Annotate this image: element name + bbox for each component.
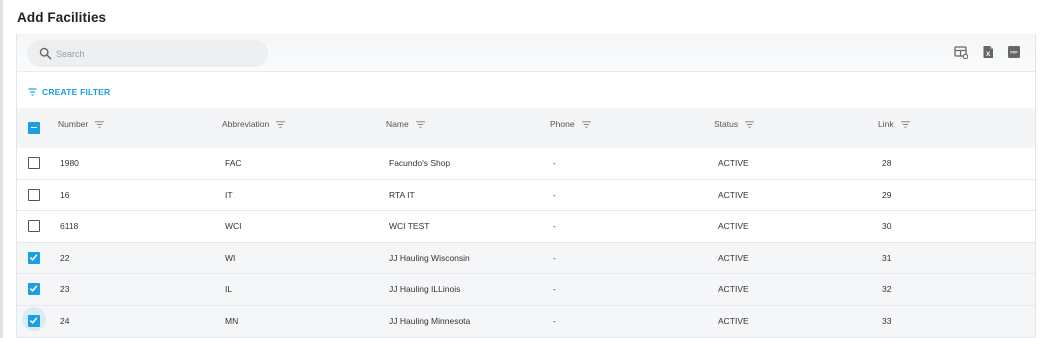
facilities-table-card: X PDF CREATE FILTER Number <box>16 34 1036 338</box>
column-header-abbreviation[interactable]: Abbreviation <box>222 118 286 130</box>
filter-row: CREATE FILTER <box>17 72 1035 108</box>
table-row[interactable]: 6118 WCI WCI TEST - ACTIVE 30 <box>17 211 1035 243</box>
cell-status: ACTIVE <box>718 252 749 263</box>
cell-phone: - <box>553 189 556 200</box>
cell-status: ACTIVE <box>718 189 749 200</box>
checkmark-icon <box>29 317 38 324</box>
filter-icon <box>28 88 37 96</box>
column-filter-icon[interactable] <box>900 120 910 128</box>
column-label: Phone <box>550 119 575 129</box>
search-icon <box>39 47 52 60</box>
create-filter-label: CREATE FILTER <box>42 87 111 97</box>
column-header-number[interactable]: Number <box>58 118 105 130</box>
create-filter-button[interactable]: CREATE FILTER <box>28 86 110 98</box>
cell-status: ACTIVE <box>718 284 749 295</box>
column-label: Name <box>386 119 409 129</box>
cell-number: 1980 <box>60 158 79 168</box>
column-header-status[interactable]: Status <box>714 118 755 130</box>
row-checkbox[interactable] <box>28 315 40 327</box>
table-row[interactable]: 22 WI JJ Hauling Wisconsin - ACTIVE 31 <box>17 242 1035 275</box>
column-filter-icon[interactable] <box>276 120 286 128</box>
cell-link: 31 <box>882 252 892 263</box>
cell-number: 6118 <box>60 221 79 232</box>
cell-name: Facundo's Shop <box>389 158 451 168</box>
cell-name: JJ Hauling Minnesota <box>389 316 471 326</box>
row-checkbox[interactable] <box>28 220 40 233</box>
cell-abbreviation: MN <box>225 316 239 326</box>
row-checkbox[interactable] <box>28 188 40 201</box>
cell-status: ACTIVE <box>718 221 749 232</box>
table-row[interactable]: 24 MN JJ Hauling Minnesota - ACTIVE 33 <box>17 306 1035 338</box>
cell-phone: - <box>553 158 556 168</box>
cell-number: 24 <box>60 316 70 326</box>
cell-abbreviation: FAC <box>225 158 242 168</box>
column-filter-icon[interactable] <box>415 120 425 128</box>
checkmark-icon <box>29 254 38 261</box>
add-facilities-dialog: Add Facilities X <box>0 0 1050 338</box>
cell-name: RTA IT <box>389 189 415 200</box>
row-checkbox[interactable] <box>28 157 40 169</box>
dialog-title: Add Facilities <box>17 10 107 25</box>
cell-name: JJ Hauling Wisconsin <box>389 252 470 263</box>
cell-name: JJ Hauling ILLinois <box>389 284 461 295</box>
cell-number: 23 <box>60 284 70 295</box>
column-label: Status <box>714 119 739 129</box>
column-label: Abbreviation <box>222 119 270 129</box>
cell-number: 22 <box>60 252 70 263</box>
cell-status: ACTIVE <box>718 316 749 326</box>
column-header-link[interactable]: Link <box>878 118 910 130</box>
cell-link: 33 <box>882 316 892 326</box>
table-row[interactable]: 1980 FAC Facundo's Shop - ACTIVE 28 <box>17 148 1035 180</box>
cell-link: 30 <box>882 221 892 232</box>
svg-text:X: X <box>986 51 991 58</box>
cell-abbreviation: IT <box>225 189 233 200</box>
excel-export-icon[interactable]: X <box>981 45 995 59</box>
column-filter-icon[interactable] <box>745 120 755 128</box>
column-header-phone[interactable]: Phone <box>550 118 591 130</box>
svg-text:PDF: PDF <box>1010 51 1018 55</box>
table-toolbar: X PDF <box>17 34 1035 72</box>
cell-number: 16 <box>60 189 70 200</box>
search-box[interactable] <box>27 40 268 67</box>
cell-link: 32 <box>882 284 892 295</box>
column-label: Link <box>878 119 894 129</box>
column-filter-icon[interactable] <box>581 120 591 128</box>
cell-phone: - <box>553 284 556 295</box>
cell-status: ACTIVE <box>718 158 749 168</box>
column-label: Number <box>58 119 89 129</box>
row-checkbox[interactable] <box>28 251 40 264</box>
column-filter-icon[interactable] <box>95 120 105 128</box>
select-all-checkbox[interactable] <box>28 122 40 134</box>
table-row[interactable]: 23 IL JJ Hauling ILLinois - ACTIVE 32 <box>17 274 1035 306</box>
cell-phone: - <box>553 221 556 232</box>
column-settings-icon[interactable] <box>954 45 968 59</box>
table-header: Number Abbreviation Name Phone Status Li… <box>17 108 1035 148</box>
pdf-export-icon[interactable]: PDF <box>1007 45 1021 59</box>
cell-phone: - <box>553 252 556 263</box>
checkmark-icon <box>29 285 38 293</box>
cell-abbreviation: WCI <box>225 221 242 232</box>
row-checkbox[interactable] <box>28 283 40 296</box>
cell-abbreviation: IL <box>225 284 233 295</box>
cell-link: 28 <box>882 158 892 168</box>
column-header-name[interactable]: Name <box>386 118 425 130</box>
cell-link: 29 <box>882 189 892 200</box>
search-input[interactable] <box>56 40 256 67</box>
cell-name: WCI TEST <box>389 221 430 232</box>
cell-abbreviation: WI <box>225 252 236 263</box>
table-row[interactable]: 16 IT RTA IT - ACTIVE 29 <box>17 179 1035 212</box>
cell-phone: - <box>553 316 556 326</box>
